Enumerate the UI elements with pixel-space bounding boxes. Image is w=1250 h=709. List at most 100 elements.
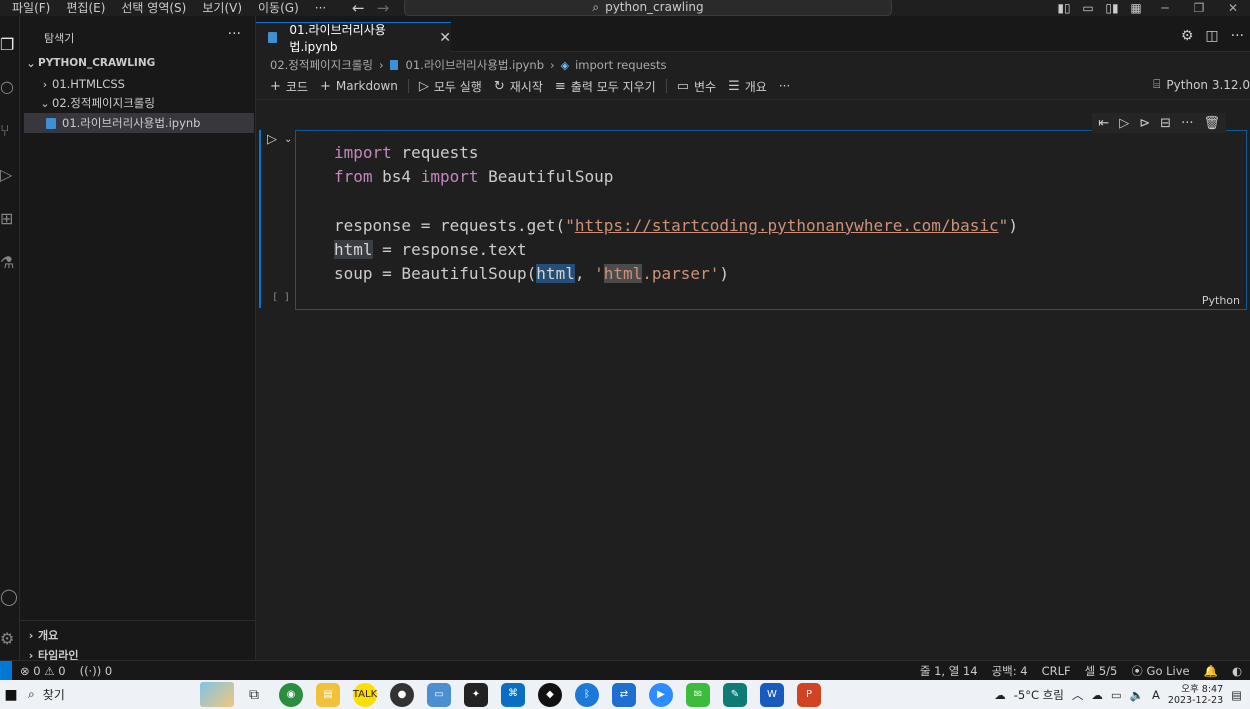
variables-button[interactable]: ▭ 변수	[671, 78, 722, 95]
forward-arrow-icon[interactable]: →	[377, 0, 390, 17]
indentation[interactable]: 공백: 4	[992, 663, 1028, 679]
outline-button[interactable]: ☰ 개요	[722, 78, 773, 95]
vscode-icon[interactable]: ⌘	[501, 682, 525, 707]
code-url-link[interactable]: https://startcoding.pythonanywhere.com/b…	[575, 216, 999, 235]
tray-overflow-icon[interactable]: ︿	[1072, 687, 1084, 703]
run-above-icon[interactable]: ⇤	[1098, 116, 1109, 131]
tree-item-htmlcss[interactable]: › 01.HTMLCSS	[24, 74, 254, 94]
kernel-picker[interactable]: ⌸ Python 3.12.0	[1153, 77, 1250, 92]
toggle-sidebar-icon[interactable]: ▮▯	[1052, 1, 1076, 15]
extensions-icon[interactable]: ⊞	[0, 206, 20, 230]
menu-view[interactable]: 보기(V)	[194, 1, 250, 15]
run-debug-icon[interactable]: ▷	[0, 162, 20, 186]
run-all-button[interactable]: ▷ 모두 실행	[413, 78, 488, 95]
code-editor[interactable]: import requests from bs4 import Beautifu…	[334, 141, 1018, 287]
zoom-icon[interactable]: ▶	[649, 682, 673, 707]
clock-date: 2023-12-23	[1167, 694, 1224, 706]
code-cell[interactable]: import requests from bs4 import Beautifu…	[295, 130, 1247, 310]
volume-icon[interactable]: 🔈	[1130, 688, 1144, 702]
breadcrumb-file[interactable]: 01.라이브러리사용법.ipynb	[406, 57, 544, 73]
search-view-icon[interactable]: ○	[0, 74, 20, 98]
file-explorer-icon[interactable]: ▤	[316, 682, 340, 707]
tree-item-static-crawling[interactable]: ⌄ 02.정적페이지크롤링	[24, 93, 254, 113]
outline-section[interactable]: › 개요	[24, 625, 254, 645]
tree-root-folder[interactable]: ⌄ PYTHON_CRAWLING	[24, 53, 254, 73]
close-window-icon[interactable]: ✕	[1216, 1, 1250, 15]
variables-icon: ▭	[676, 78, 690, 94]
restart-kernel-button[interactable]: ↻ 재시작	[488, 78, 549, 95]
run-cell-play-icon[interactable]: ▷	[267, 132, 277, 147]
powerpoint-icon[interactable]: P	[797, 682, 821, 707]
menu-go[interactable]: 이동(G)	[250, 1, 307, 15]
cell-language[interactable]: Python	[1202, 294, 1240, 307]
toggle-secondary-sidebar-icon[interactable]: ▯▮	[1100, 1, 1124, 15]
windows-start-icon[interactable]: ■	[0, 680, 22, 709]
onedrive-icon[interactable]: ☁	[1091, 688, 1103, 702]
task-view-icon[interactable]: ⧉	[242, 683, 266, 707]
menu-selection[interactable]: 선택 영역(S)	[113, 1, 194, 15]
tab-notebook[interactable]: 01.라이브러리사용법.ipynb ✕	[256, 22, 451, 54]
clear-outputs-button[interactable]: ≡ 출력 모두 지우기	[549, 78, 662, 95]
restore-icon[interactable]: ❐	[1182, 1, 1216, 15]
command-center[interactable]: ⌕ python_crawling	[404, 0, 892, 16]
chrome-icon[interactable]: ◉	[279, 682, 303, 707]
toolbar-more-button[interactable]: ···	[773, 79, 796, 93]
run-cell-icon[interactable]: ▷	[1119, 116, 1129, 131]
customize-layout-icon[interactable]: ▦	[1124, 1, 1148, 15]
clock[interactable]: 오후 8:47 2023-12-23	[1168, 684, 1223, 706]
go-live-button[interactable]: ⦿ Go Live	[1131, 663, 1189, 679]
back-arrow-icon[interactable]: ←	[352, 0, 365, 17]
testing-icon[interactable]: ⚗	[0, 250, 20, 274]
ports-indicator[interactable]: ((·)) 0	[80, 664, 113, 678]
cell-toolbar: ⇤ ▷ ⊳ ⊟ ··· 🗑	[1092, 113, 1226, 133]
explorer-icon[interactable]: ❐	[0, 32, 20, 56]
remote-indicator[interactable]	[0, 660, 12, 681]
tree-item-notebook[interactable]: 01.라이브러리사용법.ipynb	[24, 113, 254, 133]
word-icon[interactable]: W	[760, 682, 784, 707]
source-control-icon[interactable]: ⑂	[0, 118, 20, 142]
notification-icon[interactable]: ▤	[1231, 688, 1242, 702]
weather-label[interactable]: -5°C 흐림	[1014, 687, 1064, 703]
sidebar-more-icon[interactable]: ···	[228, 26, 241, 42]
bluetooth-app-icon[interactable]: ᛒ	[575, 682, 599, 707]
add-markdown-cell-button[interactable]: + Markdown	[314, 79, 404, 94]
taskbar-search[interactable]: ⌕ 찾기	[22, 680, 234, 709]
cell-more-icon[interactable]: ···	[1181, 116, 1193, 131]
settings-gear-icon[interactable]: ⚙	[1181, 28, 1194, 44]
run-options-chevron-icon[interactable]: ⌄	[284, 134, 292, 145]
delete-cell-icon[interactable]: 🗑	[1203, 116, 1220, 131]
remote-desktop-icon[interactable]: ▭	[427, 682, 451, 707]
problems-indicator[interactable]: ⊗ 0 ⚠ 0	[20, 664, 66, 678]
copilot-icon[interactable]: ◐	[1232, 664, 1242, 678]
network-icon[interactable]: ▭	[1111, 688, 1122, 702]
toggle-panel-icon[interactable]: ▭	[1076, 1, 1100, 15]
breadcrumb-symbol[interactable]: import requests	[575, 58, 666, 72]
davinci-resolve-icon[interactable]: ✦	[464, 682, 488, 707]
teamviewer-icon[interactable]: ⇄	[612, 682, 636, 707]
weather-icon[interactable]: ☁	[994, 688, 1006, 702]
more-actions-icon[interactable]: ···	[1231, 28, 1244, 44]
obs-icon[interactable]: ●	[390, 682, 414, 707]
ime-indicator[interactable]: A	[1152, 688, 1160, 702]
run-below-icon[interactable]: ⊳	[1139, 116, 1150, 131]
line-endings[interactable]: CRLF	[1042, 664, 1071, 678]
split-editor-icon[interactable]: ◫	[1205, 28, 1218, 44]
manage-gear-icon[interactable]: ⚙	[0, 626, 20, 650]
chat-app-icon[interactable]: ✉	[686, 682, 710, 707]
breadcrumb-folder[interactable]: 02.정적페이지크롤링	[270, 57, 373, 73]
menu-more[interactable]: ···	[307, 1, 334, 15]
list-icon: ☰	[728, 78, 740, 94]
maps-pin-icon[interactable]: ◆	[538, 682, 562, 707]
bell-icon[interactable]: 🔔	[1204, 664, 1218, 678]
close-icon[interactable]: ✕	[439, 30, 451, 46]
cell-position[interactable]: 셀 5/5	[1085, 663, 1118, 679]
minimize-icon[interactable]: ─	[1148, 1, 1182, 15]
pen-app-icon[interactable]: ✎	[723, 682, 747, 707]
split-cell-icon[interactable]: ⊟	[1160, 116, 1171, 131]
menu-file[interactable]: 파일(F)	[4, 1, 58, 15]
menu-edit[interactable]: 편집(E)	[58, 1, 113, 15]
add-code-cell-button[interactable]: + 코드	[264, 78, 314, 95]
account-icon[interactable]: ◯	[0, 584, 20, 608]
kakaotalk-icon[interactable]: TALK	[353, 682, 377, 707]
cursor-position[interactable]: 줄 1, 열 14	[920, 663, 978, 679]
